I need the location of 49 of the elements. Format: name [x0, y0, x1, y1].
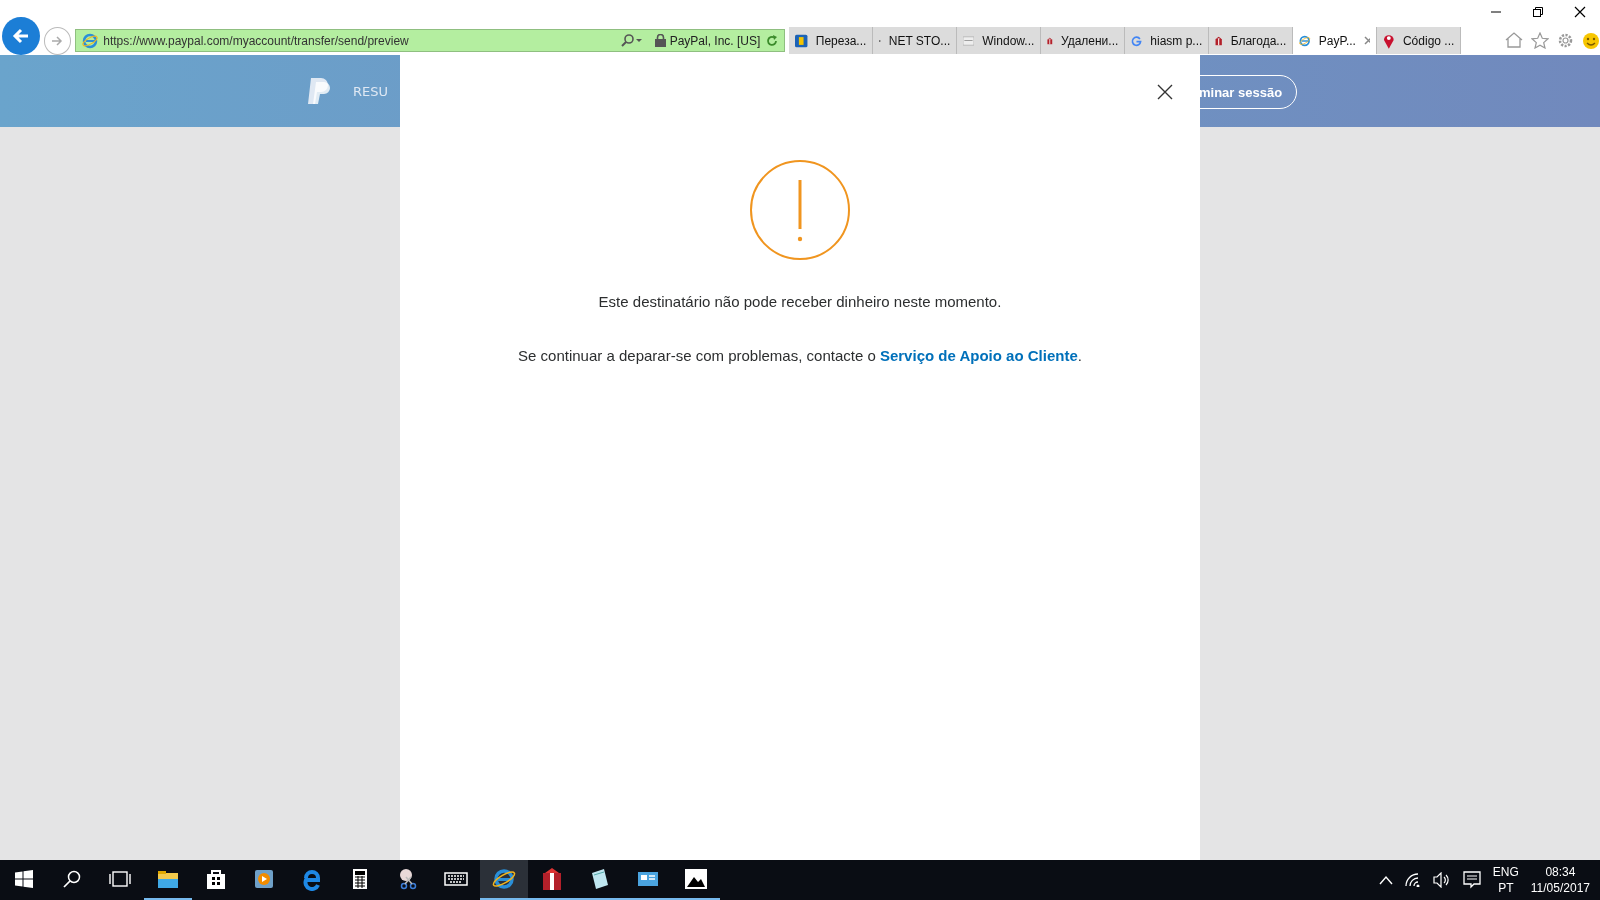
- restore-icon[interactable]: [1532, 6, 1544, 18]
- browser-tab[interactable]: Código ...: [1377, 27, 1462, 54]
- mountain-picture-icon: [684, 867, 708, 891]
- chevron-up-icon[interactable]: [1378, 875, 1393, 885]
- browser-tab[interactable]: Переза...: [789, 27, 874, 54]
- language-indicator[interactable]: ENG: [1492, 864, 1519, 880]
- smiley-icon[interactable]: [1582, 31, 1600, 50]
- browser-e-icon: [492, 867, 516, 891]
- wifi-icon[interactable]: [1404, 873, 1421, 887]
- browser-tab[interactable]: NET STO...: [873, 27, 958, 54]
- map-pin-icon: [1383, 32, 1395, 49]
- gift-box-icon: [540, 867, 564, 891]
- home-icon[interactable]: [1505, 31, 1523, 48]
- media-player-icon: [252, 867, 276, 891]
- volume-icon[interactable]: [1432, 872, 1451, 888]
- windows-logo-icon: [15, 870, 33, 888]
- browser-e-icon: [82, 32, 99, 49]
- close-icon[interactable]: [1157, 84, 1173, 100]
- url-text: https://www.paypal.com/myaccount/transfer/send/preview: [103, 33, 410, 48]
- notification-icon[interactable]: [1462, 871, 1481, 889]
- close-icon[interactable]: [1574, 6, 1586, 18]
- error-message: Este destinatário não pode receber dinheiro neste momento.: [598, 293, 1002, 310]
- search-icon[interactable]: [620, 33, 643, 48]
- task-view-icon: [109, 870, 131, 888]
- clock-time[interactable]: 08:34: [1545, 864, 1576, 880]
- search-icon: [63, 870, 81, 888]
- address-bar[interactable]: https://www.paypal.com/myaccount/transfer/send/preview PayPal, Inc. [US]: [75, 29, 786, 52]
- forward-arrow-icon: [50, 33, 65, 48]
- shopping-bag-icon: [204, 867, 228, 891]
- browser-tab[interactable]: Благода...: [1209, 27, 1294, 54]
- help-text: Se continuar a deparar-se com problemas, contacte o Serviço de Apoio ao Cliente.: [518, 347, 1082, 364]
- keyboard-layout[interactable]: PT: [1498, 880, 1514, 896]
- customer-support-link[interactable]: Serviço de Apoio ao Cliente: [879, 347, 1078, 364]
- r-logo-icon: [795, 32, 808, 49]
- clock-date[interactable]: 11/05/2017: [1530, 880, 1590, 896]
- p-logo-icon[interactable]: [307, 77, 331, 105]
- page-icon: [963, 34, 975, 47]
- back-button[interactable]: [2, 16, 40, 55]
- taskbar-app-button[interactable]: [480, 860, 528, 900]
- site-identity: PayPal, Inc. [US]: [669, 33, 761, 48]
- browser-tab[interactable]: Window...: [957, 27, 1042, 54]
- refresh-icon[interactable]: [766, 34, 779, 47]
- padlock-icon: [654, 34, 666, 47]
- browser-tab[interactable]: hiasm p...: [1125, 27, 1210, 54]
- exclamation-circle-icon: [749, 159, 851, 261]
- star-icon[interactable]: [1531, 31, 1549, 49]
- close-tab-icon[interactable]: [1363, 36, 1371, 45]
- settings-icon[interactable]: [1557, 31, 1574, 49]
- browser-tab[interactable]: Удалени...: [1041, 27, 1126, 54]
